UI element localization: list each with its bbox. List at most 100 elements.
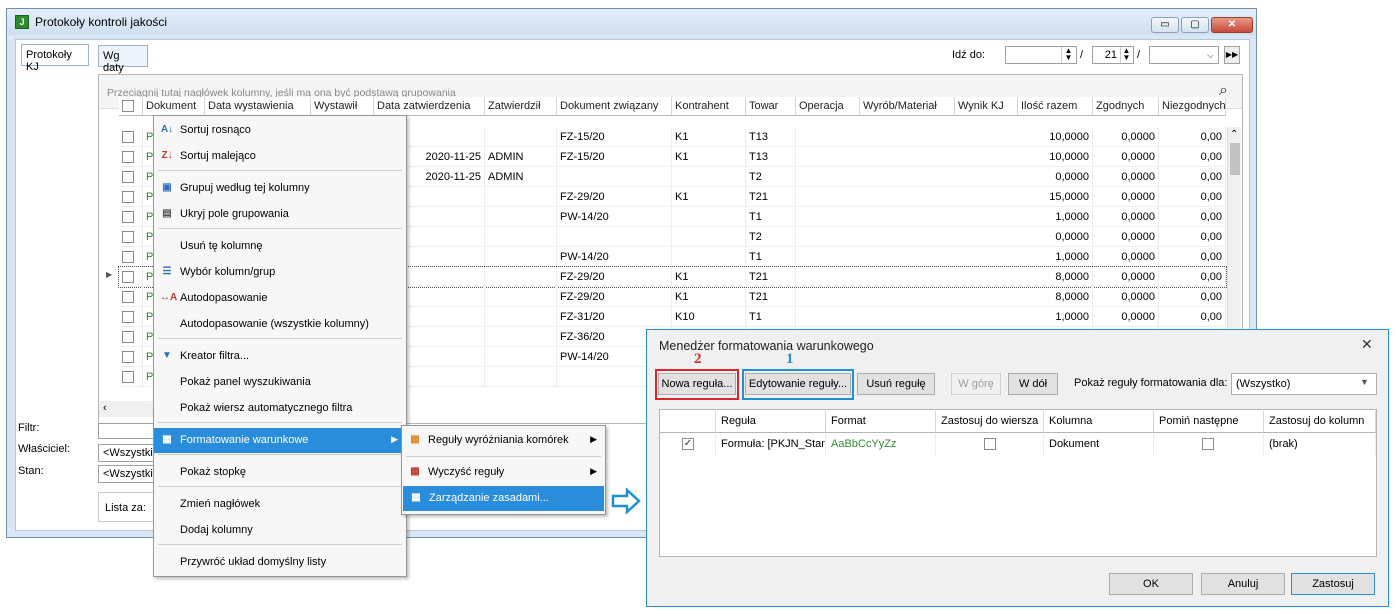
- row-checkbox-cell[interactable]: [119, 227, 143, 247]
- menu-item-9[interactable]: Pokaż panel wyszukiwania: [154, 370, 406, 395]
- show-rules-select[interactable]: (Wszystko) ▼: [1231, 373, 1377, 395]
- delete-rule-button[interactable]: Usuń regułę: [857, 373, 935, 395]
- menu-item-clear-rules[interactable]: ▦ Wyczyść reguły ▶: [402, 460, 605, 485]
- row-checkbox[interactable]: [122, 331, 134, 343]
- close-button[interactable]: ✕: [1211, 17, 1253, 33]
- row-checkbox-cell[interactable]: [119, 327, 143, 347]
- cell-t[interactable]: T1: [746, 247, 796, 267]
- tab-protokoly-kj[interactable]: Protokoły KJ: [21, 44, 89, 73]
- row-checkbox[interactable]: [122, 131, 134, 143]
- row-checkbox-cell[interactable]: [119, 247, 143, 267]
- row-checkbox-cell[interactable]: [119, 127, 143, 147]
- tab-wg-daty[interactable]: Wg daty: [98, 45, 148, 74]
- cell-doc[interactable]: FZ-29/20: [557, 187, 672, 207]
- row-checkbox[interactable]: [122, 171, 134, 183]
- cell-t[interactable]: T21: [746, 187, 796, 207]
- move-up-button[interactable]: W górę: [951, 373, 1001, 395]
- col-header-towar[interactable]: Towar: [746, 97, 796, 116]
- cell-q[interactable]: 15,0000: [1018, 187, 1093, 207]
- menu-item-8[interactable]: ▼ Kreator filtra...: [154, 344, 406, 369]
- cell-doc[interactable]: FZ-15/20: [557, 147, 672, 167]
- cell-z[interactable]: 0,0000: [1093, 307, 1159, 327]
- cell-n[interactable]: 0,00: [1159, 127, 1226, 147]
- cell-q[interactable]: 0,0000: [1018, 167, 1093, 187]
- header-checkbox-cell[interactable]: [119, 97, 143, 116]
- cell-z[interactable]: 0,0000: [1093, 247, 1159, 267]
- cell-doc[interactable]: FZ-15/20: [557, 127, 672, 147]
- col-header-wyrob-material[interactable]: Wyrób/Materiał: [860, 97, 955, 116]
- row-checkbox-cell[interactable]: [119, 267, 143, 287]
- menu-item-4[interactable]: Usuń tę kolumnę: [154, 234, 406, 259]
- menu-item-5[interactable]: ☰ Wybór kolumn/grup: [154, 260, 406, 285]
- cell-by[interactable]: ADMIN: [485, 167, 557, 187]
- row-checkbox[interactable]: [122, 191, 134, 203]
- cell-k[interactable]: [672, 207, 746, 227]
- rules-col-format[interactable]: Format: [826, 411, 936, 433]
- menu-item-3[interactable]: ▤ Ukryj pole grupowania: [154, 202, 406, 227]
- owner-select[interactable]: <Wszystkie>: [98, 444, 154, 462]
- minimize-button[interactable]: ▭: [1151, 17, 1179, 33]
- row-checkbox[interactable]: [122, 231, 134, 243]
- cell-z[interactable]: 0,0000: [1093, 187, 1159, 207]
- cell-by[interactable]: [485, 267, 557, 287]
- menu-item-15[interactable]: Przywróć układ domyślny listy: [154, 550, 406, 575]
- cell-doc[interactable]: [557, 227, 672, 247]
- col-header-data-zatwierdzenia[interactable]: Data zatwierdzenia: [374, 97, 485, 116]
- rule-apply-row-cell[interactable]: [936, 433, 1044, 455]
- cell-by[interactable]: [485, 307, 557, 327]
- col-header-wystawil[interactable]: Wystawił: [311, 97, 374, 116]
- cell-z[interactable]: 0,0000: [1093, 287, 1159, 307]
- row-checkbox[interactable]: [122, 271, 134, 283]
- rule-enabled-cell[interactable]: ✓: [660, 433, 716, 455]
- edit-rule-button[interactable]: Edytowanie reguły...: [745, 373, 851, 395]
- col-header-zatwierdzil[interactable]: Zatwierdził: [485, 97, 557, 116]
- cell-by[interactable]: [485, 207, 557, 227]
- scroll-up-arrow-icon[interactable]: ⌃: [1230, 129, 1238, 140]
- cell-t[interactable]: T1: [746, 207, 796, 227]
- cell-by[interactable]: [485, 187, 557, 207]
- row-checkbox-cell[interactable]: [119, 187, 143, 207]
- cell-z[interactable]: 0,0000: [1093, 167, 1159, 187]
- row-checkbox[interactable]: [122, 351, 134, 363]
- rules-col-column[interactable]: Kolumna: [1044, 411, 1154, 433]
- scroll-left-arrow-icon[interactable]: ‹: [103, 402, 107, 414]
- cell-n[interactable]: 0,00: [1159, 307, 1226, 327]
- col-header-dokument[interactable]: Dokument: [143, 97, 205, 116]
- row-checkbox-cell[interactable]: [119, 147, 143, 167]
- filter-input[interactable]: [98, 423, 154, 439]
- ok-button[interactable]: OK: [1109, 573, 1193, 595]
- cell-by[interactable]: [485, 367, 557, 387]
- menu-item-1[interactable]: Z↓ Sortuj malejąco: [154, 144, 406, 169]
- cell-doc[interactable]: FZ-29/20: [557, 267, 672, 287]
- scrollbar-thumb[interactable]: [1230, 143, 1240, 175]
- col-header-niezgodnych[interactable]: Niezgodnych: [1159, 97, 1226, 116]
- row-checkbox-cell[interactable]: [119, 207, 143, 227]
- goto-date-spinner[interactable]: ▲ ▼: [1061, 47, 1075, 63]
- apply-row-checkbox[interactable]: [984, 438, 996, 450]
- row-checkbox-cell[interactable]: [119, 287, 143, 307]
- cell-t[interactable]: T13: [746, 147, 796, 167]
- cell-n[interactable]: 0,00: [1159, 207, 1226, 227]
- cell-z[interactable]: 0,0000: [1093, 227, 1159, 247]
- menu-item-highlight-rules[interactable]: ▦ Reguły wyróżniania komórek ▶: [402, 428, 605, 453]
- col-header-ilosc-razem[interactable]: Ilość razem: [1018, 97, 1093, 116]
- menu-item-7[interactable]: Autodopasowanie (wszystkie kolumny): [154, 312, 406, 337]
- row-checkbox-cell[interactable]: [119, 367, 143, 387]
- cell-doc[interactable]: PW-14/20: [557, 207, 672, 227]
- menu-item-11[interactable]: ▦ Formatowanie warunkowe ▶: [154, 428, 406, 453]
- row-checkbox[interactable]: [122, 291, 134, 303]
- rules-col-apply-row[interactable]: Zastosuj do wiersza: [936, 411, 1044, 433]
- rule-column-cell[interactable]: Dokument: [1044, 433, 1154, 455]
- goto-next-icon[interactable]: ▶▶: [1224, 46, 1240, 64]
- cell-t[interactable]: T13: [746, 127, 796, 147]
- cell-by[interactable]: ADMIN: [485, 147, 557, 167]
- cell-k[interactable]: [672, 247, 746, 267]
- col-header-dokument-zwiazany[interactable]: Dokument związany: [557, 97, 672, 116]
- cell-z[interactable]: 0,0000: [1093, 127, 1159, 147]
- menu-item-10[interactable]: Pokaż wiersz automatycznego filtra: [154, 396, 406, 421]
- row-checkbox-cell[interactable]: [119, 347, 143, 367]
- cell-doc[interactable]: PW-14/20: [557, 247, 672, 267]
- rule-apply-cols-cell[interactable]: (brak): [1264, 433, 1376, 455]
- menu-item-6[interactable]: ↔A Autodopasowanie: [154, 286, 406, 311]
- cell-by[interactable]: [485, 127, 557, 147]
